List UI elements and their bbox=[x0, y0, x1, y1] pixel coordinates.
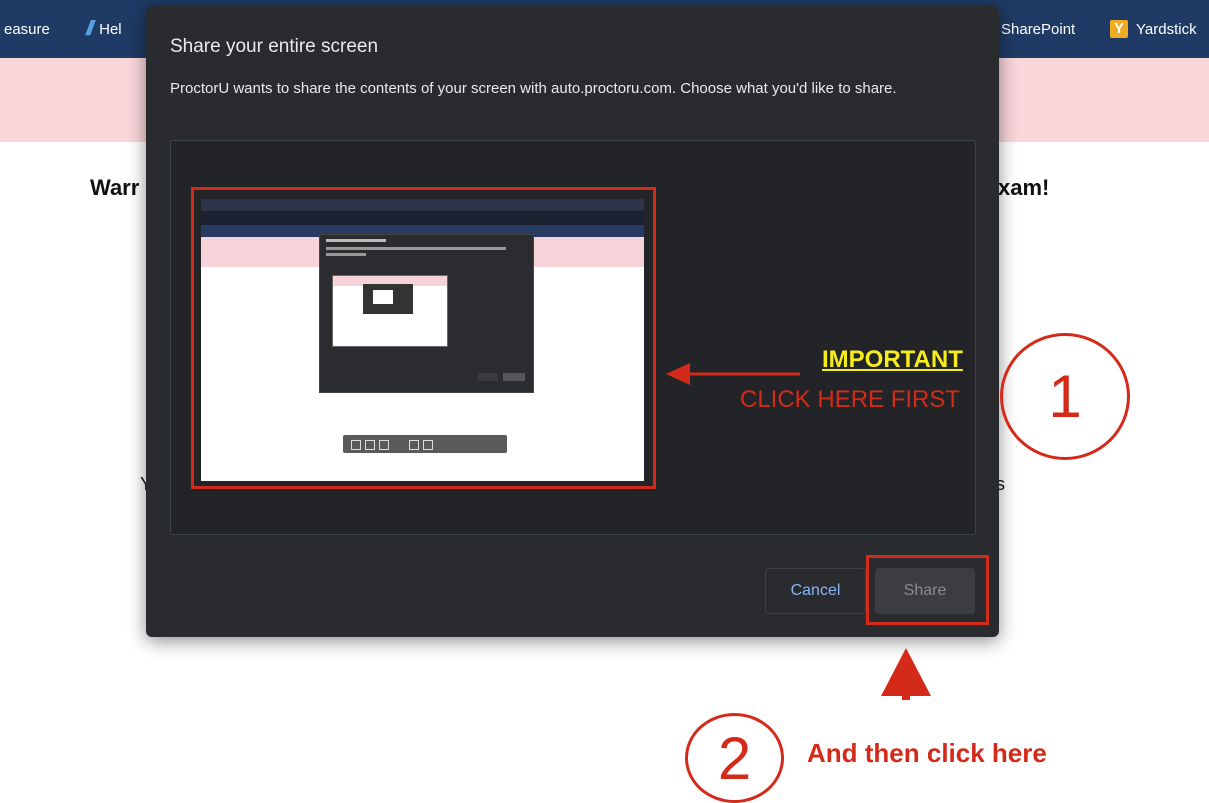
click-here-first-label: CLICK HERE FIRST bbox=[740, 386, 961, 413]
then-click-here-label: And then click here bbox=[807, 738, 1047, 768]
left-arrow-icon bbox=[666, 363, 800, 385]
important-label: IMPORTANT bbox=[822, 346, 963, 373]
step-2-circle: 2 bbox=[685, 713, 784, 803]
step-1-circle: 1 bbox=[1000, 333, 1130, 460]
up-arrow-icon bbox=[881, 648, 931, 700]
